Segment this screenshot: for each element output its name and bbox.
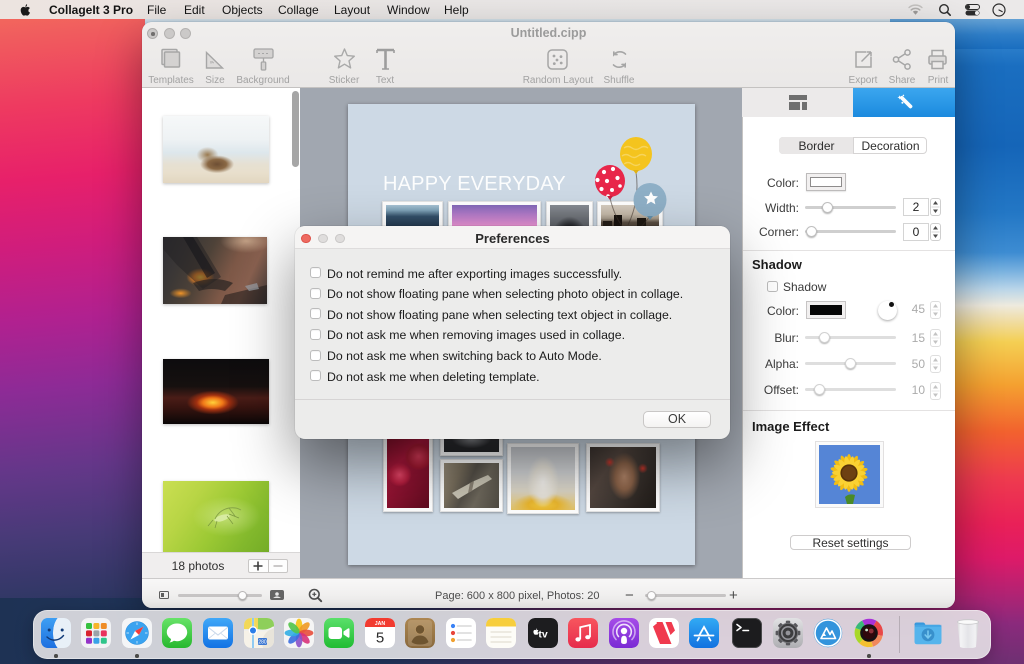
svg-text:tv: tv: [538, 629, 547, 641]
svg-text:280: 280: [258, 640, 267, 646]
svg-text:JAN: JAN: [374, 621, 385, 627]
svg-text:5: 5: [375, 630, 383, 647]
